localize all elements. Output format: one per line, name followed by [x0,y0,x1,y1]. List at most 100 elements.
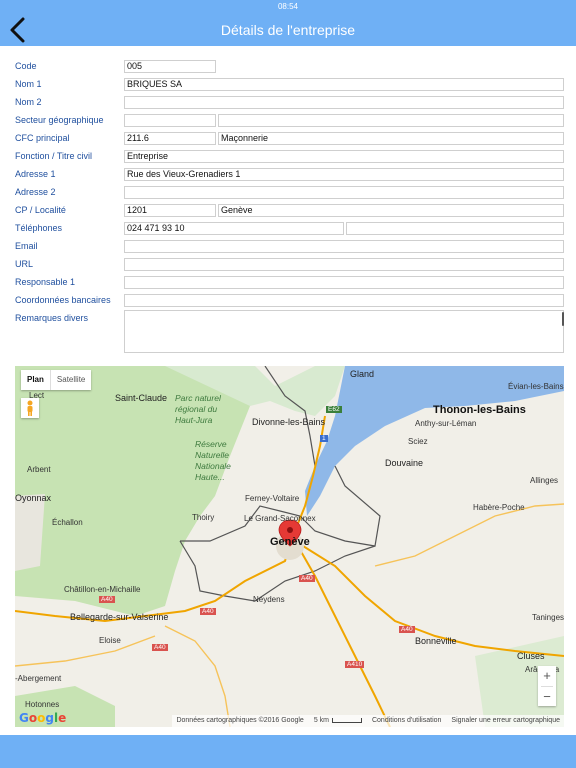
map-label-habere: Habère-Poche [473,503,525,512]
map-label-neydens: Neydens [253,595,285,604]
status-time: 08:54 [277,2,299,11]
map-label-oyonnax: Oyonnax [15,493,52,503]
street-view-button[interactable] [21,398,39,418]
map-label-parc-3: Haut-Jura [175,415,213,425]
map-label-reserve-2: Naturelle [195,450,230,460]
terms-link[interactable]: Conditions d'utilisation [372,715,441,727]
map-label-route-1: 1 [320,435,328,442]
map-type-control: Plan Satellite [21,370,92,390]
map-label-saint-claude: Saint-Claude [115,393,168,403]
row-responsable: Responsable 1 [0,274,576,292]
map-label-a410: A410 [345,661,365,668]
map-label-chatillon: Châtillon-en-Michaille [64,585,141,594]
map-view[interactable]: Gland Évian-les-Bains Lect Saint-Claude … [15,366,564,727]
map-label-allinges: Allinges [530,476,559,485]
email-field[interactable] [124,240,564,253]
row-url: URL [0,256,576,274]
code-field[interactable]: 005 [124,60,216,73]
google-logo-o1: o [28,711,38,725]
nom1-field[interactable]: BRIQUES SA [124,78,564,91]
cfc-label: CFC principal [15,133,70,143]
map-scale-label: 5 km [313,717,329,724]
row-nom2: Nom 2 [0,94,576,112]
map-type-plan-button[interactable]: Plan [21,370,50,390]
url-label: URL [15,259,34,269]
telephones-label: Téléphones [15,223,63,233]
map-label-geneve: Genève [270,536,310,548]
responsable-field[interactable] [124,276,564,289]
banque-label: Coordonnées bancaires [15,295,111,305]
secteur-name-field[interactable] [218,114,564,127]
row-banque: Coordonnées bancaires [0,292,576,310]
map-type-satellite-button[interactable]: Satellite [49,370,91,390]
report-error-link[interactable]: Signaler une erreur cartographique [451,715,560,727]
status-bar: 08:54 [0,0,576,14]
pegman-icon [27,400,33,416]
map-scale-bar [331,717,362,723]
adresse2-field[interactable] [124,186,564,199]
zoom-in-button[interactable]: + [538,666,556,686]
localite-field[interactable]: Genève [218,204,564,217]
map-label-abergement: -Abergement [15,674,62,683]
map-label-a40-5: A40 [152,644,168,651]
row-email: Email [0,238,576,256]
adresse1-label: Adresse 1 [15,169,56,179]
map-label-douvaine: Douvaine [385,458,424,468]
map-label-a40-4: A40 [399,626,415,633]
google-logo-g: G [19,711,29,725]
secteur-code-field[interactable] [124,114,216,127]
map-label-thonon: Thonon-les-Bains [433,404,526,416]
map-label-gland: Gland [350,369,375,379]
fonction-label: Fonction / Titre civil [15,151,93,161]
map-label-grand-saconnex: Le Grand-Saconnex [244,514,316,523]
nom2-field[interactable] [124,96,564,109]
row-adresse1: Adresse 1 Rue des Vieux-Grenadiers 1 [0,166,576,184]
row-secteur: Secteur géographique [0,112,576,130]
remarques-label: Remarques divers [15,313,89,323]
fonction-field[interactable]: Entreprise [124,150,564,163]
map-label-evian: Évian-les-Bains [508,382,564,391]
map-label-parc-2: régional du [175,404,218,414]
cp-field[interactable]: 1201 [124,204,216,217]
map-scale: 5 km [314,715,362,727]
map-label-ferney: Ferney-Voltaire [245,494,300,503]
map-label-a40-1: A40 [299,575,315,582]
remarques-textarea[interactable] [124,310,564,353]
map-label-hotonnes: Hotonnes [25,700,60,709]
adresse2-label: Adresse 2 [15,187,56,197]
telephone1-field[interactable]: 024 471 93 10 [124,222,344,235]
map-label-echallon: Échallon [52,518,83,527]
row-nom1: Nom 1 BRIQUES SA [0,76,576,94]
cfc-code-field[interactable]: 211.6 [124,132,216,145]
row-adresse2: Adresse 2 [0,184,576,202]
google-logo-g2: g [45,711,54,725]
bottom-bar [0,735,576,768]
email-label: Email [15,241,38,251]
zoom-out-button[interactable]: − [538,687,556,707]
row-cfc: CFC principal 211.6 Maçonnerie [0,130,576,148]
zoom-control: + − [538,666,556,706]
map-label-reserve-4: Haute... [195,472,225,482]
map-label-cluses: Cluses [517,651,545,661]
map-label-taninges: Taninges [532,613,564,622]
row-fonction: Fonction / Titre civil Entreprise [0,148,576,166]
page-title: Détails de l'entreprise [220,22,356,38]
map-label-reserve-3: Nationale [195,461,231,471]
row-cp: CP / Localité 1201 Genève [0,202,576,220]
url-field[interactable] [124,258,564,271]
secteur-label: Secteur géographique [15,115,104,125]
cfc-name-field[interactable]: Maçonnerie [218,132,564,145]
map-label-anthy: Anthy-sur-Léman [415,419,477,428]
row-remarques: Remarques divers [0,310,576,354]
company-form: Code 005 Nom 1 BRIQUES SA Nom 2 Secteur … [0,58,576,354]
map-label-bonneville: Bonneville [415,636,457,646]
map-data-credit: Données cartographiques ©2016 Google [176,717,304,724]
map-label-divonne: Divonne-les-Bains [252,417,326,427]
map-label-a40-2: A40 [99,596,115,603]
banque-field[interactable] [124,294,564,307]
remarques-scrollbar[interactable] [562,312,564,326]
telephone2-field[interactable] [346,222,564,235]
adresse1-field[interactable]: Rue des Vieux-Grenadiers 1 [124,168,564,181]
map-label-thoiry: Thoiry [192,513,215,522]
nom1-label: Nom 1 [15,79,42,89]
